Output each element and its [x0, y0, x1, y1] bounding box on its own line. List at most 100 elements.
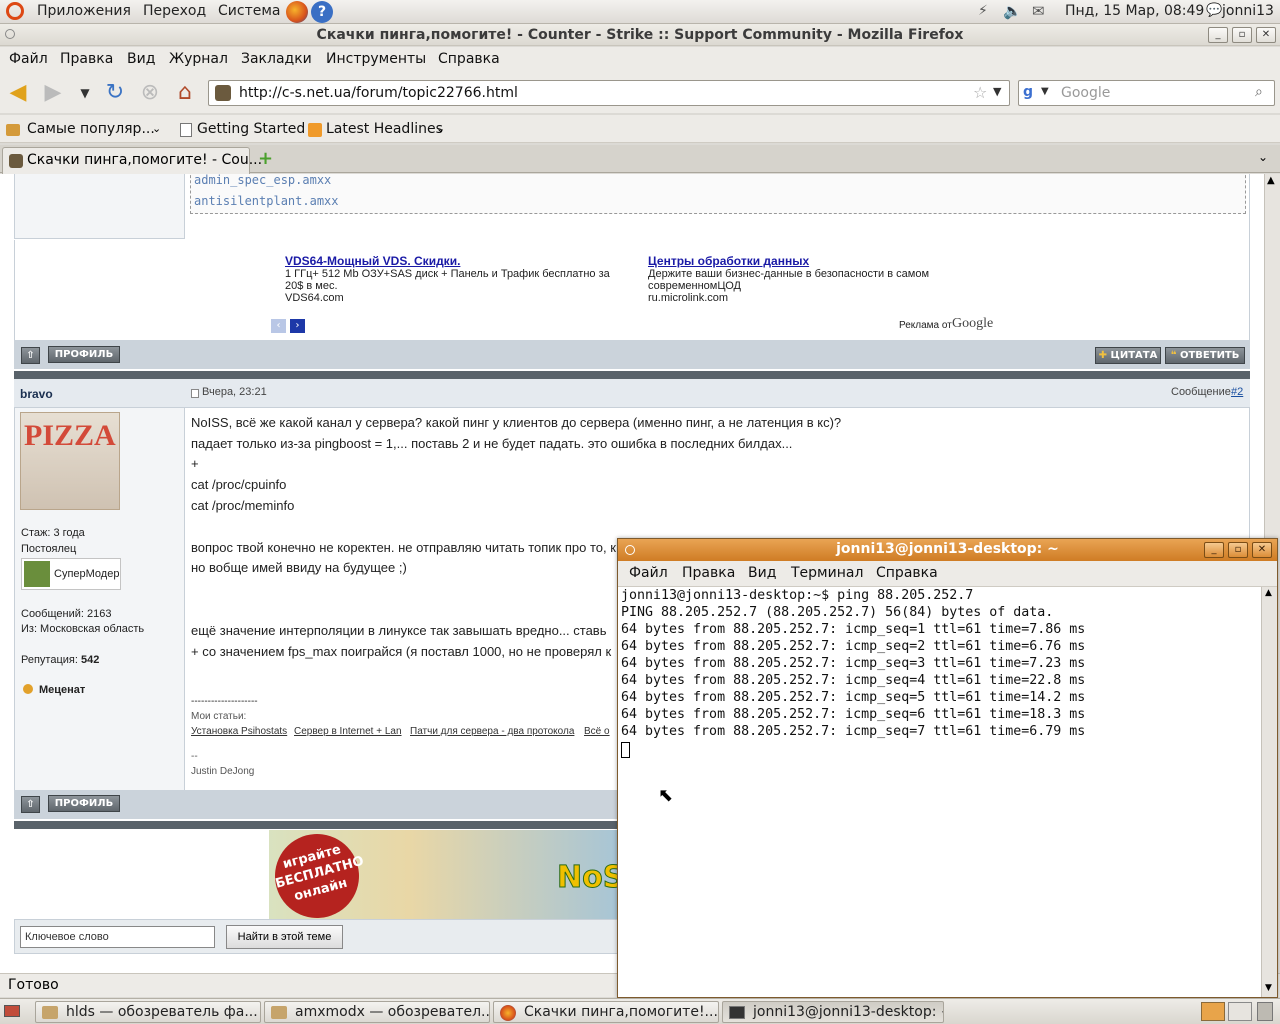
search-magnifier-icon[interactable]: ⌕	[1255, 84, 1263, 100]
url-text[interactable]: http://c-s.net.ua/forum/topic22766.html	[239, 85, 518, 101]
url-bar[interactable]: http://c-s.net.ua/forum/topic22766.html …	[208, 80, 1010, 106]
close-button[interactable]: ✕	[1256, 27, 1276, 43]
network-icon[interactable]: ⚡	[978, 3, 988, 19]
ad-title-link[interactable]: VDS64-Мощный VDS. Скидки.	[285, 254, 460, 268]
terminal-window[interactable]: jonni13@jonni13-desktop: ~ _ ▫ ✕ Файл Пр…	[617, 538, 1278, 998]
bookmark-most-visited[interactable]: Самые популяр...	[27, 121, 155, 137]
ubuntu-logo-icon[interactable]	[6, 2, 24, 20]
signature-link[interactable]: Патчи для сервера - два протокола	[410, 726, 574, 737]
tab-list-icon[interactable]: ⌄	[1258, 150, 1268, 164]
mail-icon[interactable]: ✉	[1032, 2, 1045, 20]
search-bar[interactable]: g ▼ Google ⌕	[1018, 80, 1275, 106]
google-logo[interactable]: Google	[952, 316, 993, 332]
bookmark-getting-started[interactable]: Getting Started	[197, 121, 305, 137]
terminal-menu-view[interactable]: Вид	[748, 565, 776, 581]
taskbar-item-terminal[interactable]: jonni13@jonni13-desktop: ~	[722, 1001, 944, 1023]
menu-edit[interactable]: Правка	[60, 51, 113, 67]
signature-link[interactable]: Сервер в Internet + Lan	[294, 726, 402, 737]
terminal-output[interactable]: jonni13@jonni13-desktop:~$ ping 88.205.2…	[618, 587, 1261, 997]
bookmark-latest-headlines[interactable]: Latest Headlines	[326, 121, 443, 137]
reload-icon[interactable]: ↻	[102, 80, 128, 106]
signature-link[interactable]: Установка Psihostats	[191, 726, 287, 737]
ad-url[interactable]: ru.microlink.com	[648, 292, 728, 304]
bookmark-star-icon[interactable]: ☆	[973, 83, 987, 102]
minimize-button[interactable]: _	[1208, 27, 1228, 43]
history-dropdown-icon[interactable]: ▼	[72, 80, 98, 106]
profile-button[interactable]: ПРОФИЛЬ	[48, 346, 120, 363]
chevron-down-icon[interactable]: ⌄	[152, 122, 161, 135]
menu-file[interactable]: Файл	[9, 51, 48, 67]
url-dropdown-icon[interactable]: ▼	[993, 85, 1001, 98]
terminal-menu-edit[interactable]: Правка	[682, 565, 735, 581]
topic-search-button[interactable]: Найти в этой теме	[226, 925, 343, 949]
terminal-menu-help[interactable]: Справка	[876, 565, 938, 581]
tab-active[interactable]: Скачки пинга,помогите! - Cou...	[2, 147, 262, 174]
help-icon[interactable]: ?	[311, 1, 333, 23]
reputation-value[interactable]: 542	[81, 654, 99, 666]
taskbar-item-firefox[interactable]: Скачки пинга,помогите!...	[493, 1001, 719, 1023]
scroll-down-arrow-icon[interactable]: ▼	[1265, 983, 1272, 993]
ad-url[interactable]: VDS64.com	[285, 292, 344, 304]
menu-view[interactable]: Вид	[127, 51, 155, 67]
post-msg-label: Сообщение	[1171, 386, 1231, 398]
terminal-menu-file[interactable]: Файл	[629, 565, 668, 581]
ad-prev-arrow-icon[interactable]: ‹	[271, 319, 286, 333]
group-icon	[24, 561, 50, 587]
menu-history[interactable]: Журнал	[169, 51, 228, 67]
post-line: NoISS, всё же какой канал у сервера? как…	[191, 415, 842, 430]
maximize-button[interactable]: ▫	[1232, 27, 1252, 43]
search-input[interactable]: Google	[1061, 85, 1110, 101]
show-desktop-icon[interactable]	[4, 1005, 20, 1017]
close-button[interactable]: ✕	[1252, 542, 1272, 558]
menu-bookmarks[interactable]: Закладки	[241, 51, 312, 67]
taskbar-label: amxmodx — обозревател...	[295, 1004, 490, 1020]
places-menu[interactable]: Переход	[143, 3, 206, 19]
reputation-label: Репутация:	[21, 654, 78, 666]
google-engine-icon[interactable]: g	[1023, 84, 1033, 100]
taskbar-item-amxmodx[interactable]: amxmodx — обозревател...	[264, 1001, 490, 1023]
volume-icon[interactable]: 🔈	[1003, 2, 1022, 20]
ad-next-arrow-icon[interactable]: ›	[290, 319, 305, 333]
profile-button[interactable]: ПРОФИЛЬ	[48, 795, 120, 812]
user-rank: Постоялец	[21, 543, 77, 555]
minimize-button[interactable]: _	[1204, 542, 1224, 558]
post-author[interactable]: bravo	[20, 387, 53, 401]
user-name[interactable]: jonni13	[1222, 3, 1274, 19]
signature-link[interactable]: Всё о	[584, 726, 610, 737]
post-number-link[interactable]: #2	[1231, 386, 1243, 398]
workspace-switcher-icon[interactable]	[1228, 1002, 1252, 1021]
firefox-titlebar[interactable]: Скачки пинга,помогите! - Counter - Strik…	[0, 24, 1280, 46]
scroll-up-arrow-icon[interactable]: ▲	[1267, 175, 1275, 186]
game-banner[interactable]: играйте БЕСПЛАТНО онлайн NoS	[269, 830, 619, 919]
ad-title-link[interactable]: Центры обработки данных	[648, 254, 809, 268]
menu-tools[interactable]: Инструменты	[326, 51, 426, 67]
engine-dropdown-icon[interactable]: ▼	[1041, 86, 1049, 97]
taskbar-item-hlds[interactable]: hlds — обозреватель фа...	[35, 1001, 261, 1023]
avatar[interactable]: PIZZA	[20, 412, 120, 510]
scroll-up-arrow-icon[interactable]: ▲	[1265, 588, 1272, 598]
reply-button[interactable]: ❝ ОТВЕТИТЬ	[1165, 347, 1245, 364]
terminal-scrollbar[interactable]: ▲ ▼	[1261, 587, 1277, 997]
chat-icon[interactable]: 💬	[1206, 3, 1222, 18]
firefox-launcher-icon[interactable]	[286, 1, 308, 23]
terminal-menu-terminal[interactable]: Терминал	[791, 565, 863, 581]
scroll-top-button[interactable]: ⇧	[21, 796, 40, 813]
trash-icon[interactable]	[1257, 1002, 1273, 1021]
top-panel: Приложения Переход Система ? ⚡ 🔈 ✉ Пнд, …	[0, 0, 1280, 24]
terminal-cursor	[621, 742, 630, 758]
applications-menu[interactable]: Приложения	[37, 3, 131, 19]
home-icon[interactable]: ⌂	[172, 80, 198, 106]
forward-arrow-icon[interactable]: ▶	[40, 80, 66, 106]
clock[interactable]: Пнд, 15 Мар, 08:49	[1065, 3, 1204, 19]
topic-search-input[interactable]: Ключевое слово	[20, 926, 215, 948]
quote-button[interactable]: ✚ ЦИТАТА	[1095, 347, 1161, 364]
stop-icon[interactable]: ⊗	[137, 80, 163, 106]
terminal-titlebar[interactable]: jonni13@jonni13-desktop: ~ _ ▫ ✕	[618, 539, 1277, 561]
back-arrow-icon[interactable]: ◀	[5, 80, 31, 106]
chevron-down-icon[interactable]: ⌄	[436, 122, 445, 135]
maximize-button[interactable]: ▫	[1228, 542, 1248, 558]
menu-help[interactable]: Справка	[438, 51, 500, 67]
system-menu[interactable]: Система	[218, 3, 280, 19]
workspace-switcher-icon[interactable]	[1201, 1002, 1225, 1021]
scroll-top-button[interactable]: ⇧	[21, 347, 40, 364]
